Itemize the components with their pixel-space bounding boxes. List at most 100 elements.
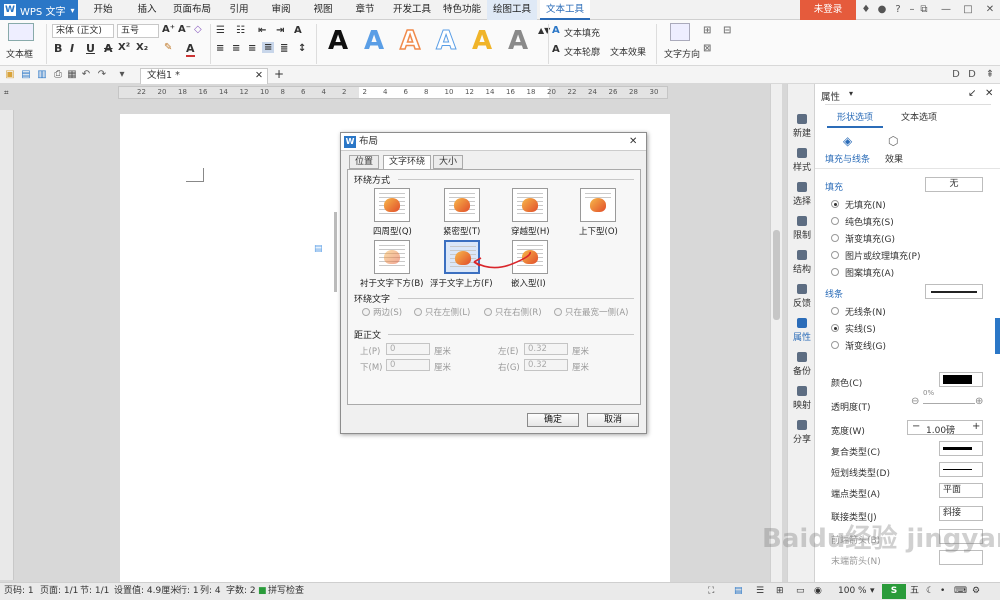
superscript-icon[interactable]: X²	[118, 42, 130, 53]
cap-type-select[interactable]: 平面	[939, 483, 983, 498]
align-left-icon[interactable]: ≡	[216, 43, 224, 54]
compound-type-select[interactable]	[939, 441, 983, 456]
wrap-both-sides-radio[interactable]	[362, 308, 370, 316]
app-menu-button[interactable]: W WPS 文字 ▾	[0, 0, 78, 20]
web-view-icon[interactable]: ⊞	[776, 583, 784, 600]
shirt-icon[interactable]: ♦	[860, 4, 872, 16]
preview-icon[interactable]: ▦	[66, 69, 78, 81]
tab-references[interactable]: 引用	[224, 0, 254, 20]
text-fill-button[interactable]: 文本填充	[564, 26, 600, 39]
indent-decrease-icon[interactable]: ⇤	[258, 25, 266, 36]
rotate-icon[interactable]: ⊠	[703, 43, 711, 54]
tab-text-tools[interactable]: 文本工具	[540, 0, 590, 20]
cancel-button[interactable]: 取消	[587, 413, 639, 427]
customize-icon[interactable]: ▾	[116, 69, 128, 81]
pattern-fill-radio[interactable]	[831, 268, 839, 276]
wrap-right-only-radio[interactable]	[484, 308, 492, 316]
width-input[interactable]: − 1.00磅 +	[907, 420, 983, 436]
text-direction-button[interactable]: 文字方向	[664, 47, 700, 60]
print-icon[interactable]: ⎙	[52, 69, 64, 81]
line-spacing-icon[interactable]: ↕	[298, 43, 306, 54]
restore-icon[interactable]: ⧉	[918, 4, 930, 16]
text-style-black[interactable]: A	[328, 26, 348, 56]
login-button[interactable]: 未登录	[800, 0, 856, 20]
maximize-icon[interactable]: □	[962, 4, 974, 16]
clear-format-icon[interactable]: ◇	[194, 24, 202, 35]
line-heading[interactable]: 线条	[825, 287, 843, 300]
sidebar-item-share[interactable]: 分享	[788, 420, 816, 445]
tab-position[interactable]: 位置	[349, 155, 379, 169]
eye-protection-icon[interactable]: ◉	[814, 583, 822, 600]
indent-increase-icon[interactable]: ⇥	[276, 25, 284, 36]
solid-line-radio[interactable]	[831, 324, 839, 332]
scrollbar-thumb[interactable]	[773, 230, 780, 320]
wrap-left-only-radio[interactable]	[414, 308, 422, 316]
sidebar-item-select[interactable]: 选择	[788, 182, 816, 207]
bullets-icon[interactable]: ☰	[216, 25, 225, 36]
redo-icon[interactable]: ↷	[96, 69, 108, 81]
chat-icon[interactable]: ●	[876, 4, 888, 16]
font-name-select[interactable]: 宋体 (正文)	[52, 24, 114, 38]
minimize-icon[interactable]: —	[940, 4, 952, 16]
open-icon[interactable]: ▣	[4, 69, 16, 81]
minus-icon[interactable]: ⊖	[911, 396, 919, 407]
close-icon[interactable]: ✕	[984, 4, 996, 16]
gradient-line-radio[interactable]	[831, 341, 839, 349]
shrink-font-icon[interactable]: A⁻	[178, 24, 191, 35]
tab-features[interactable]: 特色功能	[440, 0, 484, 20]
close-tab-icon[interactable]: ✕	[255, 69, 263, 83]
tab-drawing-tools[interactable]: 绘图工具	[487, 0, 537, 20]
tab-start[interactable]: 开始	[88, 0, 118, 20]
zoom-dropdown-icon[interactable]: ▾	[870, 583, 875, 600]
sidebar-item-style[interactable]: 样式	[788, 148, 816, 173]
align-center-icon[interactable]: ≡	[232, 43, 240, 54]
spell-check-button[interactable]: 拼写检查	[268, 583, 304, 600]
text-direction-small-icon[interactable]: A	[294, 25, 302, 36]
settings-icon[interactable]: ⚙	[972, 583, 980, 600]
underline-icon[interactable]: U	[86, 42, 95, 55]
gradient-fill-radio[interactable]	[831, 234, 839, 242]
effects-icon[interactable]: ⬡	[888, 134, 898, 148]
sidebar-item-backup[interactable]: 备份	[788, 352, 816, 377]
text-style-blue[interactable]: A	[364, 26, 384, 56]
subscript-icon[interactable]: X₂	[136, 42, 148, 53]
numbering-icon[interactable]: ☷	[236, 25, 245, 36]
page-view-icon[interactable]: ▤	[734, 583, 743, 600]
plus-icon[interactable]: ⊕	[975, 396, 983, 407]
text-style-blue-outline[interactable]: A	[435, 26, 456, 57]
wrap-top-bottom-button[interactable]	[580, 188, 616, 222]
text-style-yellow[interactable]: A	[472, 26, 492, 56]
document-tab[interactable]: 文档1 * ✕	[140, 68, 268, 84]
no-fill-radio[interactable]	[831, 200, 839, 208]
group-icon[interactable]: ⊟	[723, 25, 731, 36]
strikethrough-icon[interactable]: A	[104, 42, 113, 55]
distance-bottom-input[interactable]: 0	[386, 359, 430, 371]
reading-view-icon[interactable]: ▭	[796, 583, 805, 600]
bold-icon[interactable]: B	[54, 42, 62, 55]
pin-icon[interactable]: ↙	[968, 88, 976, 99]
moon-icon[interactable]: ☾	[926, 583, 934, 600]
distance-top-input[interactable]: 0	[386, 343, 430, 355]
close-panel-icon[interactable]: ✕	[985, 88, 993, 99]
textbox-handle[interactable]	[334, 212, 337, 292]
punctuation-icon[interactable]: •	[940, 583, 945, 600]
distance-right-input[interactable]: 0.32	[524, 359, 568, 371]
export-icon[interactable]: ▥	[36, 69, 48, 81]
text-style-orange-outline[interactable]: A	[399, 25, 421, 57]
wrap-tight-button[interactable]	[444, 188, 480, 222]
text-style-gray[interactable]: A	[508, 26, 528, 56]
textbox-icon[interactable]	[8, 23, 34, 41]
dialog-close-icon[interactable]: ✕	[629, 136, 637, 147]
wrap-behind-text-button[interactable]	[374, 240, 410, 274]
solid-fill-radio[interactable]	[831, 217, 839, 225]
full-screen-icon[interactable]: ⛶	[708, 583, 714, 600]
picture-fill-radio[interactable]	[831, 251, 839, 259]
color-picker[interactable]	[939, 372, 983, 387]
wrap-through-button[interactable]	[512, 188, 548, 222]
tab-page-layout[interactable]: 页面布局	[170, 0, 214, 20]
new-tab-icon[interactable]: +	[274, 67, 284, 81]
tab-shape-options[interactable]: 形状选项	[827, 110, 884, 128]
dash-type-select[interactable]	[939, 462, 983, 477]
ime-mode-icon[interactable]: 五	[910, 583, 919, 600]
align-right-icon[interactable]: ≡	[248, 43, 256, 54]
